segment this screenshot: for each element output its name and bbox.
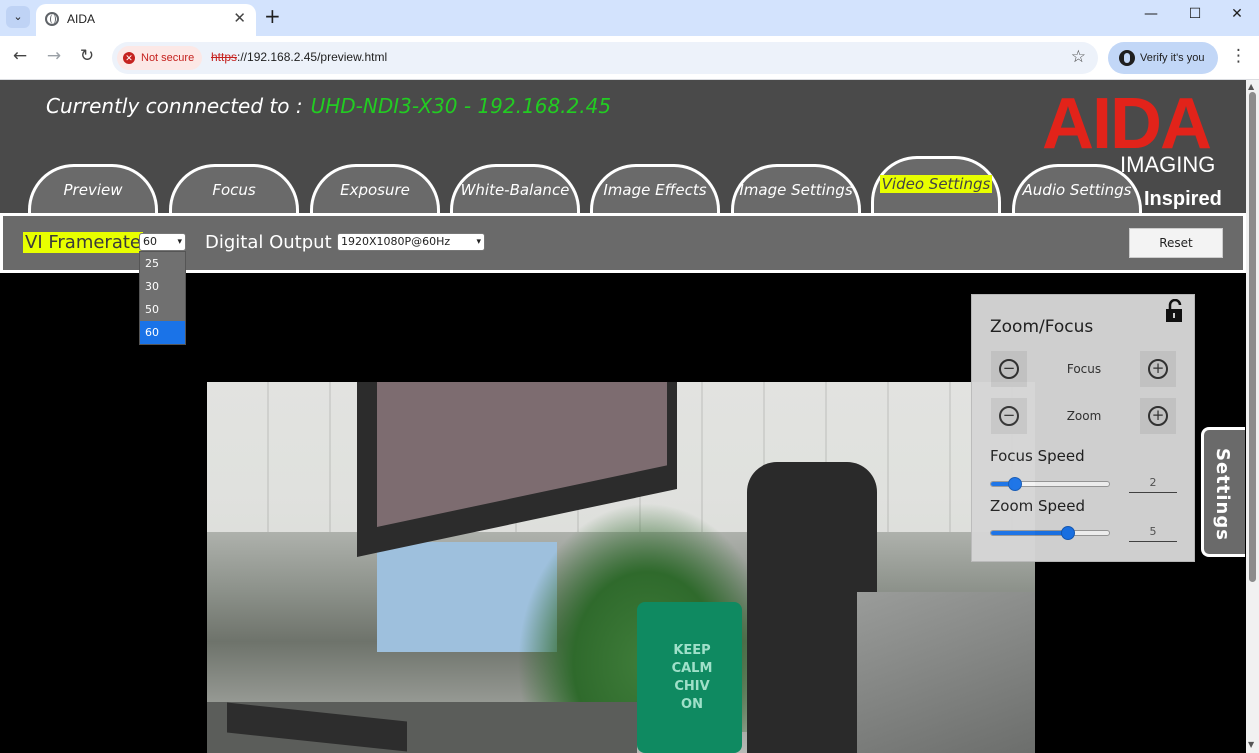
unlock-icon[interactable] — [1164, 299, 1186, 323]
tab-label: Video Settings — [879, 175, 993, 193]
profile-icon — [1119, 50, 1135, 66]
tab-strip: ⌄ AIDA ✕ + — ☐ ✕ — [0, 0, 1259, 36]
verify-button[interactable]: Verify it's you — [1108, 42, 1218, 74]
page-scrollbar[interactable]: ▲ ▼ — [1246, 80, 1259, 753]
tab-label: White-Balance — [460, 181, 570, 199]
slider-thumb[interactable] — [1007, 477, 1022, 491]
chevron-down-icon: ▾ — [476, 237, 481, 247]
logo-tagline: Inspired — [1144, 188, 1222, 210]
device-name: UHD-NDI3-X30 - 192.168.2.45 — [310, 94, 612, 118]
slider-thumb[interactable] — [1060, 526, 1075, 540]
slider-fill — [991, 531, 1068, 535]
tab-label: Preview — [63, 181, 123, 199]
settings-side-tab[interactable]: Settings — [1201, 427, 1245, 557]
maximize-icon[interactable]: ☐ — [1180, 6, 1210, 22]
zoom-minus-button[interactable]: − — [991, 398, 1027, 434]
framerate-option[interactable]: 30 — [140, 275, 185, 298]
minus-icon: − — [999, 359, 1019, 379]
tab-label: Image Effects — [603, 181, 707, 199]
tab-exposure[interactable]: Exposure — [310, 164, 440, 214]
zoom-plus-button[interactable]: + — [1140, 398, 1176, 434]
close-window-icon[interactable]: ✕ — [1222, 6, 1252, 22]
mug-line: ON — [681, 697, 703, 712]
tab-preview[interactable]: Preview — [28, 164, 158, 214]
verify-label: Verify it's you — [1140, 52, 1205, 64]
tab-label: Image Settings — [739, 181, 853, 199]
zoom-label: Zoom — [1066, 409, 1102, 423]
new-tab-button[interactable]: + — [264, 6, 281, 26]
digital-output-value: 1920X1080P@60Hz — [341, 235, 451, 248]
page-content: Currently connnected to : UHD-NDI3-X30 - … — [0, 80, 1246, 753]
tab-label: Audio Settings — [1022, 181, 1132, 199]
tab-label: Exposure — [340, 181, 410, 199]
chevron-down-icon: ▾ — [177, 237, 182, 247]
app-header: Currently connnected to : UHD-NDI3-X30 - … — [0, 80, 1246, 214]
reload-icon[interactable]: ↻ — [76, 46, 98, 66]
mug-line: KEEP — [673, 643, 711, 658]
warning-icon: ✕ — [123, 52, 135, 64]
security-chip[interactable]: ✕ Not secure — [117, 46, 203, 70]
connection-status: Currently connnected to : UHD-NDI3-X30 - … — [46, 94, 611, 118]
back-arrow-icon[interactable]: ← — [9, 46, 31, 66]
plus-icon: + — [1148, 406, 1168, 426]
url-rest: ://192.168.2.45/preview.html — [237, 50, 388, 64]
mug-line: CHIV — [674, 679, 710, 694]
forward-arrow-icon[interactable]: → — [43, 46, 65, 66]
tab-image-effects[interactable]: Image Effects — [590, 164, 720, 214]
framerate-option-selected[interactable]: 60 — [140, 321, 185, 344]
scroll-down-icon[interactable]: ▼ — [1248, 740, 1254, 749]
browser-tab[interactable]: AIDA ✕ — [36, 4, 256, 36]
tab-audio-settings[interactable]: Audio Settings — [1012, 164, 1142, 214]
plus-icon: + — [1148, 359, 1168, 379]
address-bar[interactable]: ✕ Not secure https://192.168.2.45/previe… — [112, 42, 1098, 74]
focus-speed-value[interactable]: 2 — [1129, 473, 1177, 493]
framerate-select[interactable]: 60 ▾ — [139, 233, 186, 251]
zoom-speed-value[interactable]: 5 — [1129, 522, 1177, 542]
mug-line: CALM — [671, 661, 713, 676]
zoom-speed-label: Zoom Speed — [990, 497, 1086, 515]
framerate-label: VI Framerate — [23, 232, 143, 253]
tab-label: Focus — [212, 181, 256, 199]
connected-label: Currently connnected to : — [46, 94, 303, 118]
minimize-icon[interactable]: — — [1136, 6, 1166, 22]
focus-label: Focus — [1066, 362, 1102, 376]
framerate-option[interactable]: 50 — [140, 298, 185, 321]
camera-preview: KEEP CALM CHIV ON — [207, 382, 1035, 753]
zoom-focus-title: Zoom/Focus — [990, 317, 1094, 337]
scroll-up-icon[interactable]: ▲ — [1248, 82, 1254, 91]
zoom-focus-panel: Zoom/Focus − Focus + − Zoom + Focus Spee… — [971, 294, 1195, 562]
close-tab-icon[interactable]: ✕ — [233, 9, 246, 27]
menu-kebab-icon[interactable]: ⋮ — [1230, 46, 1247, 66]
preview-monitor-arm — [857, 592, 1035, 753]
video-settings-bar: VI Framerate 60 ▾ Digital Output 1920X10… — [0, 213, 1246, 273]
settings-side-tab-label: Settings — [1212, 448, 1233, 541]
tab-search-button[interactable]: ⌄ — [6, 6, 30, 28]
bookmark-star-icon[interactable]: ☆ — [1071, 47, 1086, 67]
framerate-value: 60 — [143, 235, 157, 248]
tab-title: AIDA — [67, 12, 96, 26]
globe-icon — [45, 12, 59, 26]
zoom-speed-slider[interactable] — [990, 526, 1110, 540]
digital-output-select[interactable]: 1920X1080P@60Hz ▾ — [337, 233, 485, 251]
focus-speed-label: Focus Speed — [990, 447, 1085, 465]
framerate-dropdown: 25 30 50 60 — [139, 251, 186, 345]
reset-button[interactable]: Reset — [1129, 228, 1223, 258]
framerate-option[interactable]: 25 — [140, 252, 185, 275]
tab-white-balance[interactable]: White-Balance — [450, 164, 580, 214]
minus-icon: − — [999, 406, 1019, 426]
tab-video-settings[interactable]: Video Settings — [871, 156, 1001, 214]
focus-minus-button[interactable]: − — [991, 351, 1027, 387]
digital-output-label: Digital Output — [205, 232, 332, 253]
scroll-thumb[interactable] — [1249, 92, 1256, 582]
focus-plus-button[interactable]: + — [1140, 351, 1176, 387]
tab-focus[interactable]: Focus — [169, 164, 299, 214]
mug-lettering: KEEP CALM CHIV ON — [652, 642, 732, 714]
url-text[interactable]: https://192.168.2.45/preview.html — [211, 50, 387, 64]
focus-speed-slider[interactable] — [990, 477, 1110, 491]
url-scheme: https — [211, 50, 238, 64]
logo-subtitle: IMAGING — [1120, 152, 1216, 177]
security-chip-label: Not secure — [141, 52, 195, 64]
browser-toolbar: ← → ↻ ✕ Not secure https://192.168.2.45/… — [0, 36, 1259, 80]
tab-image-settings[interactable]: Image Settings — [731, 164, 861, 214]
